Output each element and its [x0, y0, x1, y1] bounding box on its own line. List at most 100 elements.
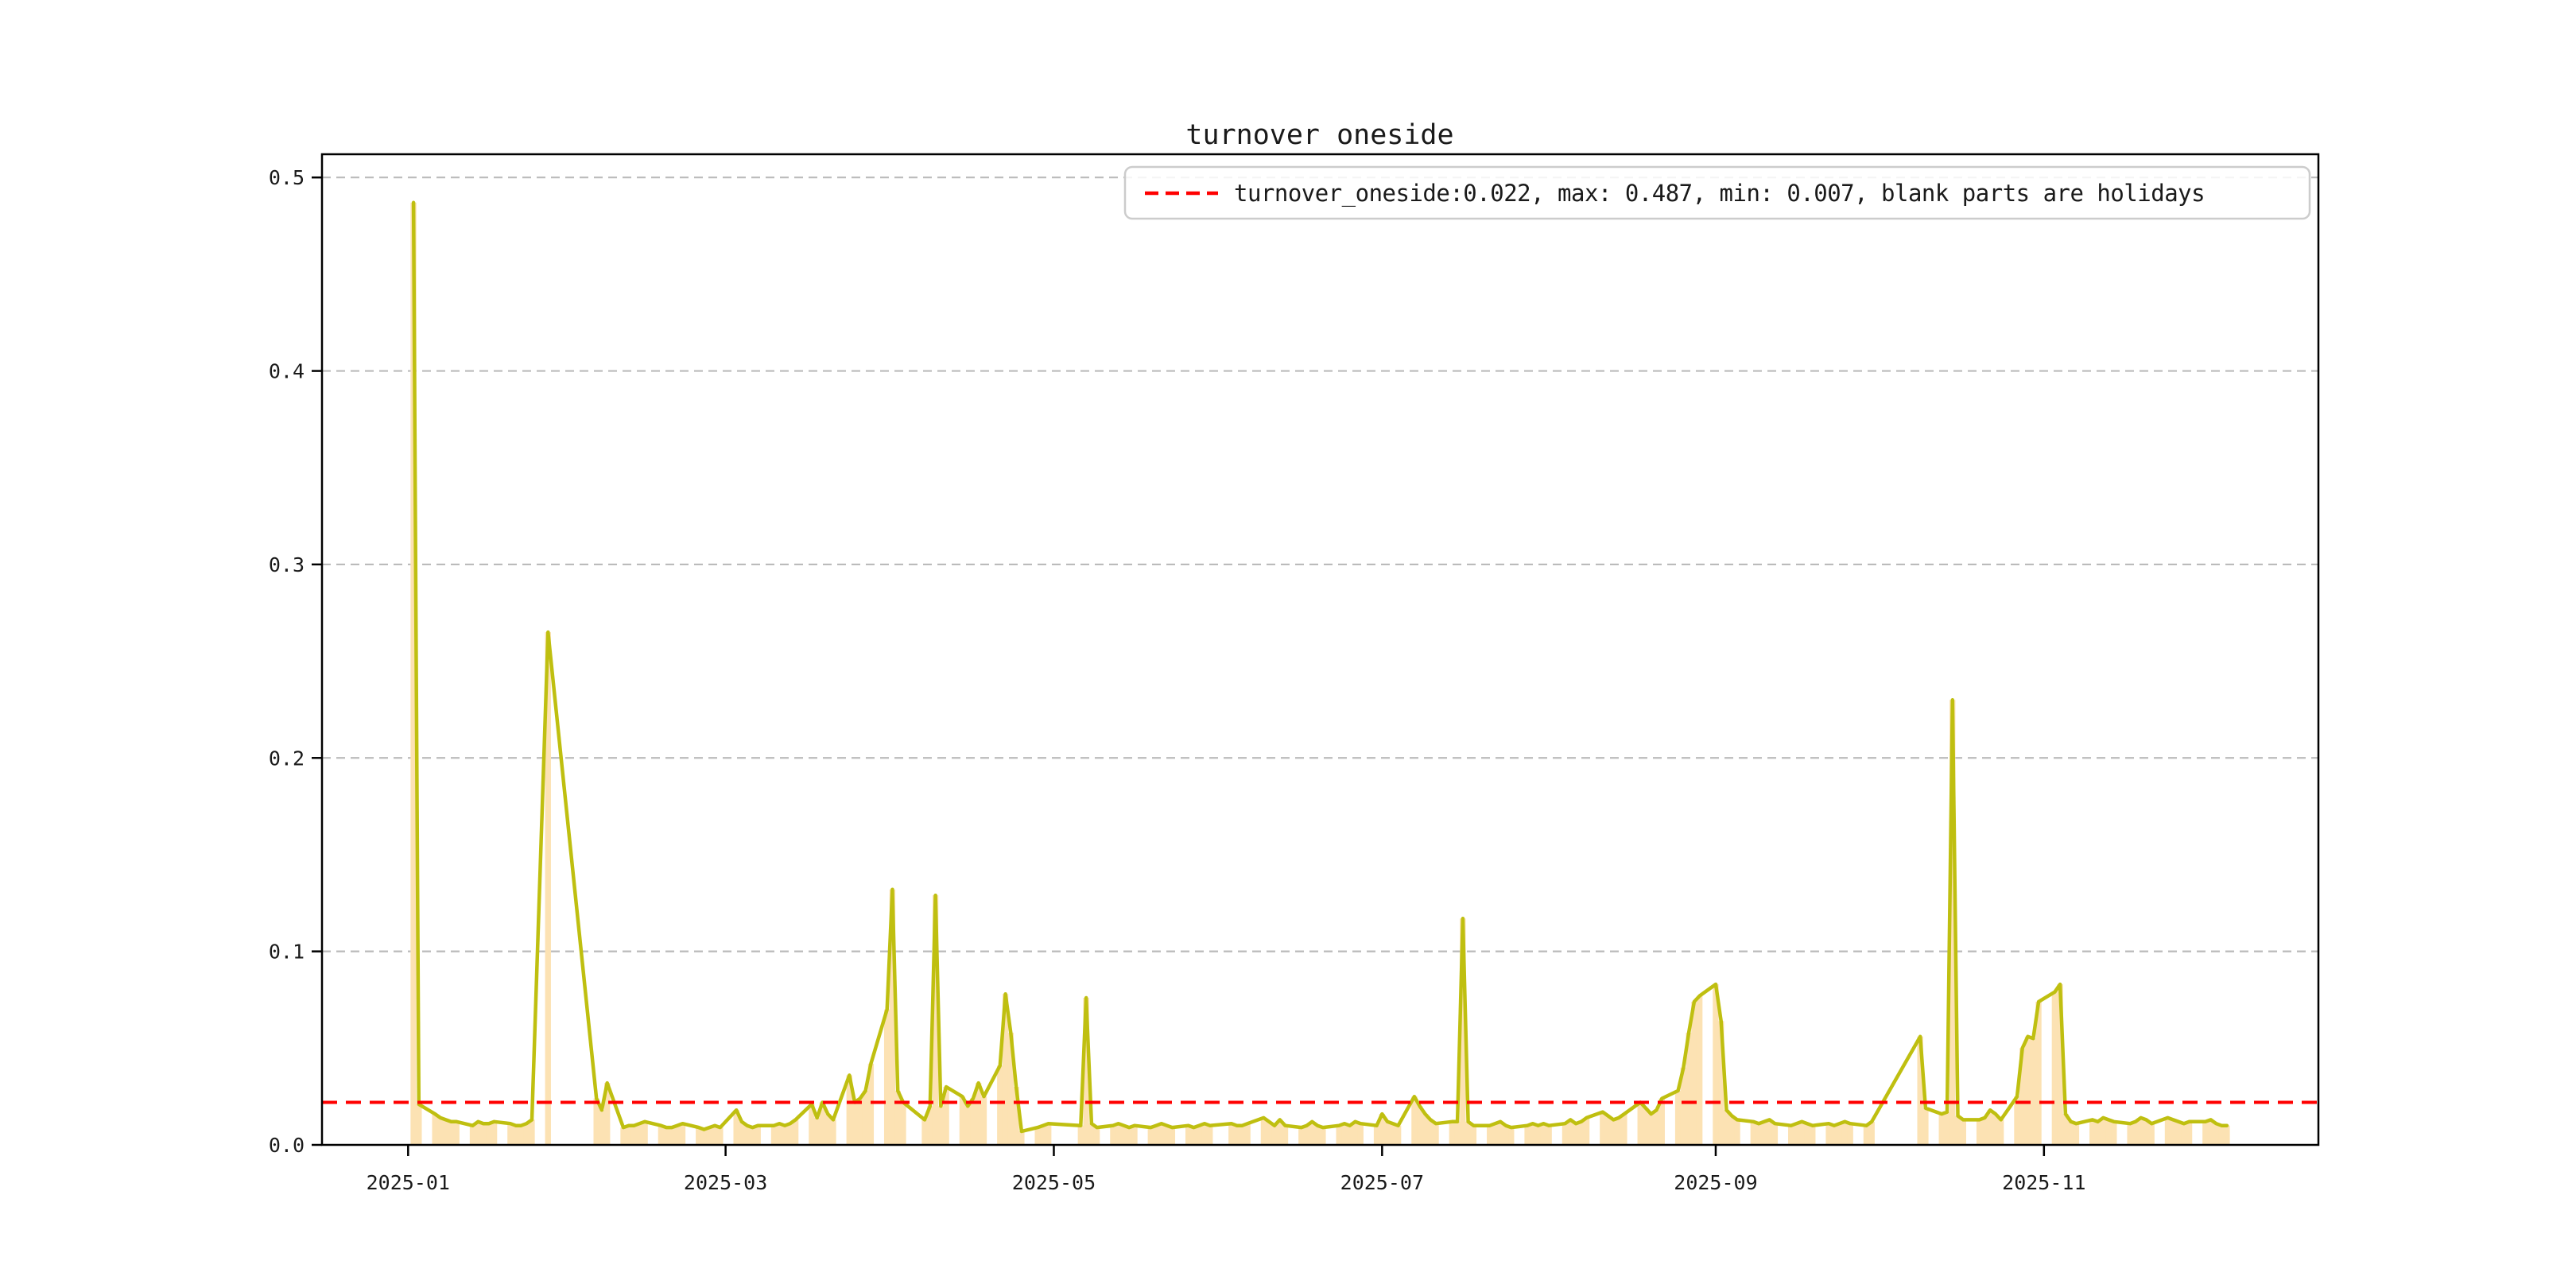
daily-turnover-bar	[1298, 1127, 1305, 1145]
daily-turnover-bar	[1244, 1123, 1251, 1145]
daily-turnover-bar	[1158, 1123, 1165, 1145]
daily-turnover-bar	[1508, 1127, 1515, 1145]
daily-turnover-bar	[1454, 1121, 1461, 1145]
daily-turnover-bar	[900, 1102, 906, 1145]
daily-turnover-bar	[1239, 1125, 1246, 1145]
daily-turnover-bar	[1314, 1125, 1321, 1145]
daily-turnover-bar	[2148, 1123, 2155, 1145]
y-tick-label: 0.5	[269, 166, 305, 189]
daily-turnover-bar	[1648, 1114, 1655, 1145]
daily-turnover-bar	[1981, 1117, 1988, 1145]
daily-turnover-bar	[1793, 1123, 1800, 1145]
daily-turnover-bar	[1810, 1125, 1816, 1145]
daily-turnover-bar	[1201, 1123, 1208, 1145]
daily-turnover-bar	[469, 1125, 476, 1145]
x-tick-label: 2025-03	[684, 1171, 767, 1194]
daily-turnover-bar	[1034, 1127, 1041, 1145]
daily-turnover-bar	[1282, 1125, 1289, 1145]
daily-turnover-bar	[1578, 1121, 1585, 1145]
x-tick-label: 2025-07	[1340, 1171, 1424, 1194]
daily-turnover-bar	[1798, 1121, 1805, 1145]
daily-turnover-bar	[749, 1127, 756, 1145]
daily-turnover-bar	[679, 1123, 686, 1145]
daily-turnover-bar	[529, 1119, 535, 1145]
daily-turnover-bar	[937, 1106, 945, 1145]
daily-turnover-bar	[1653, 1110, 1660, 1145]
daily-turnover-bar	[480, 1123, 487, 1145]
daily-turnover-bar	[2105, 1119, 2112, 1145]
daily-turnover-bar	[1115, 1123, 1122, 1145]
daily-turnover-bar	[1492, 1123, 1499, 1145]
daily-turnover-bar	[1147, 1127, 1154, 1145]
daily-turnover-bar	[1938, 1114, 1945, 1145]
daily-turnover-bar	[2202, 1121, 2209, 1145]
daily-turnover-bar	[1540, 1123, 1547, 1145]
daily-turnover-bar	[980, 1096, 987, 1145]
daily-turnover-bar	[2170, 1119, 2176, 1145]
daily-turnover-bar	[1190, 1127, 1197, 1145]
daily-turnover-bar	[1643, 1108, 1649, 1145]
daily-turnover-bar	[1831, 1125, 1837, 1145]
daily-turnover-bar	[1153, 1125, 1159, 1145]
y-tick-label: 0.4	[269, 360, 305, 383]
daily-turnover-bar	[523, 1123, 530, 1145]
daily-turnover-bar	[1723, 1110, 1730, 1145]
daily-turnover-bar	[1863, 1125, 1870, 1145]
daily-turnover-bar	[1728, 1115, 1735, 1145]
daily-turnover-bar	[2024, 1036, 2031, 1145]
daily-turnover-bar	[1046, 1123, 1052, 1145]
daily-turnover-bar	[2186, 1121, 2193, 1145]
daily-turnover-bar	[1761, 1121, 1767, 1145]
y-tick-label: 0.3	[269, 553, 305, 576]
daily-turnover-bar	[787, 1123, 793, 1145]
x-tick-label: 2025-05	[1012, 1171, 1096, 1194]
daily-turnover-bar	[1126, 1127, 1132, 1145]
daily-turnover-bar	[2207, 1119, 2214, 1145]
x-tick-label: 2025-01	[367, 1171, 450, 1194]
daily-turnover-bar	[852, 1102, 858, 1145]
daily-turnover-bar	[1734, 1119, 1740, 1145]
daily-turnover-bar	[1169, 1127, 1176, 1145]
daily-turnover-bar	[1503, 1125, 1509, 1145]
daily-turnover-bar	[507, 1123, 514, 1145]
daily-turnover-bar	[2111, 1121, 2117, 1145]
daily-turnover-bar	[964, 1106, 971, 1145]
daily-turnover-bar	[1583, 1117, 1590, 1145]
daily-turnover-bar	[1997, 1119, 2004, 1145]
daily-turnover-bar	[770, 1125, 778, 1145]
daily-turnover-bar	[1604, 1115, 1612, 1145]
daily-turnover-bar	[1841, 1121, 1849, 1145]
daily-turnover-bar	[1530, 1123, 1536, 1145]
daily-turnover-bar	[1610, 1119, 1617, 1145]
daily-turnover-bar	[857, 1098, 863, 1145]
y-tick-label: 0.0	[269, 1134, 305, 1157]
daily-turnover-bar	[1470, 1125, 1477, 1145]
daily-turnover-bar	[1600, 1111, 1606, 1145]
daily-turnover-bar	[1573, 1123, 1579, 1145]
daily-turnover-bar	[1825, 1123, 1832, 1145]
daily-turnover-bar	[2094, 1121, 2101, 1145]
daily-turnover-bar	[491, 1121, 498, 1145]
daily-turnover-bar	[1395, 1125, 1402, 1145]
daily-turnover-bar	[1766, 1119, 1773, 1145]
daily-turnover-bar	[1616, 1117, 1622, 1145]
daily-turnover-bar	[1018, 1131, 1025, 1145]
daily-turnover-bar	[1976, 1119, 1983, 1145]
daily-turnover-bar	[700, 1129, 708, 1145]
daily-turnover-bar	[1562, 1123, 1569, 1145]
daily-turnover-bar	[1196, 1125, 1202, 1145]
daily-turnover-bar	[1271, 1125, 1278, 1145]
daily-turnover-bar	[1185, 1125, 1192, 1145]
daily-turnover-bar	[2067, 1121, 2074, 1145]
chart-figure: turnover oneside 0.0 0.1 0.2 0.3 0.4 0.5 2025…	[0, 0, 2576, 1288]
daily-turnover-bar	[1524, 1125, 1530, 1145]
daily-turnover-bar	[448, 1121, 455, 1145]
daily-turnover-bar	[636, 1123, 643, 1145]
daily-turnover-bar	[432, 1114, 438, 1145]
daily-turnover-bar	[1755, 1123, 1762, 1145]
daily-turnover-bar	[1922, 1108, 1929, 1145]
daily-turnover-bar	[1427, 1119, 1433, 1145]
daily-turnover-bar	[2143, 1119, 2150, 1145]
daily-turnover-bar	[2164, 1117, 2171, 1145]
daily-turnover-bar	[1696, 995, 1703, 1145]
